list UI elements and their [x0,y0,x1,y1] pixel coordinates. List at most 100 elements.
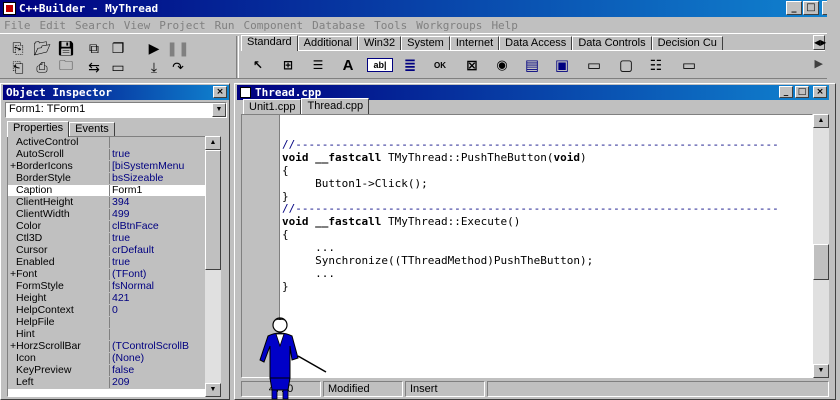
code-line[interactable]: void __fastcall TMyThread::Execute() [282,215,812,229]
scroll-down-icon[interactable]: ▼ [813,364,829,378]
object-inspector-close-button[interactable]: × [213,86,227,98]
scroll-thumb[interactable] [205,150,221,270]
object-selector-combo[interactable]: Form1: TForm1 ▼ [5,102,227,118]
toggle-form-unit-icon[interactable]: ⇆ [83,58,105,76]
property-row[interactable]: Cursor crDefault [8,245,220,257]
palette-tab-internet[interactable]: Internet [449,36,500,51]
tab-events[interactable]: Events [69,122,115,137]
scroll-up-icon[interactable]: ▲ [205,136,221,150]
menu-help[interactable]: Help [491,19,518,32]
property-value[interactable]: fsNormal [110,281,220,292]
palette-tab-decision-cube[interactable]: Decision Cu [651,36,723,51]
add-file-icon[interactable]: 🗀︎ [55,57,77,76]
tab-properties[interactable]: Properties [7,121,70,137]
step-over-icon[interactable]: ↷ [167,58,189,76]
checkbox-icon[interactable]: ⊠ [461,55,483,75]
scroll-up-icon[interactable]: ▲ [813,114,829,128]
property-value[interactable]: 394 [110,197,220,208]
property-row[interactable]: Height 421 [8,293,220,305]
save-all-icon[interactable]: ⎙ [31,58,53,76]
property-row[interactable]: ClientWidth 499 [8,209,220,221]
edit-icon[interactable]: ab| [367,58,393,72]
property-grid-scrollbar[interactable]: ▲ ▼ [205,136,221,397]
new-icon[interactable]: ⎘ [7,39,29,57]
code-text[interactable]: //--------------------------------------… [282,139,812,294]
property-row[interactable]: ClientHeight 394 [8,197,220,209]
memo-icon[interactable]: ≣ [399,55,421,75]
property-value[interactable]: true [110,149,220,160]
open-icon[interactable]: 📂︎ [31,39,53,57]
property-value[interactable]: crDefault [110,245,220,256]
editor-close-button[interactable]: × [813,86,827,98]
property-row[interactable]: FormStyle fsNormal [8,281,220,293]
property-value[interactable]: true [110,257,220,268]
property-row[interactable]: HelpContext 0 [8,305,220,317]
radiobutton-icon[interactable]: ◉ [491,55,513,75]
code-line[interactable]: ... [282,267,812,281]
cpp-builder-app-icon[interactable] [3,2,16,15]
frames-icon[interactable]: ⊞ [277,55,299,75]
panel-icon[interactable]: ▭ [675,55,703,75]
button-icon[interactable]: OK [427,58,453,72]
property-row[interactable]: KeyPreview false [8,365,220,377]
menu-workgroups[interactable]: Workgroups [416,19,482,32]
pointer-arrow-icon[interactable]: ↖ [247,55,269,75]
code-line[interactable]: void __fastcall TMyThread::PushTheButton… [282,151,812,165]
scroll-thumb[interactable] [813,244,829,280]
menu-run[interactable]: Run [215,19,235,32]
maximize-button[interactable]: □ [803,1,819,15]
minimize-button[interactable]: _ [786,1,802,15]
property-row[interactable]: BorderStyle bsSizeable [8,173,220,185]
menu-component[interactable]: Component [243,19,303,32]
property-value[interactable]: (TFont) [110,269,220,280]
open-project-icon[interactable]: ⎗ [7,58,29,76]
radiogroup-icon[interactable]: ☷ [645,55,667,75]
menu-search[interactable]: Search [75,19,115,32]
property-value[interactable]: (TControlScrollB [110,341,220,352]
menu-edit[interactable]: Edit [40,19,67,32]
palette-scroll-right-icon[interactable]: ▶ [815,57,823,70]
code-line[interactable]: Button1->Click(); [282,177,812,191]
property-row[interactable]: +Font (TFont) [8,269,220,281]
menu-file[interactable]: File [4,19,31,32]
palette-tab-system[interactable]: System [401,36,450,51]
property-row[interactable]: Enabled true [8,257,220,269]
combobox-icon[interactable]: ▣ [551,55,573,75]
property-row[interactable]: Left 209 [8,377,220,389]
palette-tab-additional[interactable]: Additional [297,36,358,51]
tab-thread-cpp[interactable]: Thread.cpp [301,98,370,114]
property-row[interactable]: Ctl3D true [8,233,220,245]
editor-maximize-button[interactable]: □ [795,86,809,98]
property-value[interactable]: Form1 [110,185,220,196]
property-row[interactable]: Hint [8,329,220,341]
code-line[interactable]: Synchronize((TThreadMethod)PushTheButton… [282,254,812,268]
property-row[interactable]: Color clBtnFace [8,221,220,233]
property-value[interactable]: 0 [110,305,220,316]
property-row[interactable]: +BorderIcons [biSystemMenu [8,161,220,173]
run-icon[interactable]: ▶ [143,39,165,57]
property-value[interactable]: false [110,365,220,376]
property-value[interactable]: 209 [110,377,220,388]
property-value[interactable]: clBtnFace [110,221,220,232]
menu-view[interactable]: View [124,19,151,32]
property-value[interactable] [110,137,220,148]
menu-database[interactable]: Database [312,19,365,32]
property-value[interactable] [110,329,220,340]
property-value[interactable]: (None) [110,353,220,364]
view-form-icon[interactable]: ❐ [107,39,129,57]
property-value[interactable]: bsSizeable [110,173,220,184]
chevron-down-icon[interactable]: ▼ [212,103,226,117]
editor-minimize-button[interactable]: _ [779,86,793,98]
palette-tab-scroll-button[interactable]: ◀▶ [813,35,826,50]
scroll-down-icon[interactable]: ▼ [205,383,221,397]
property-row[interactable]: HelpFile [8,317,220,329]
code-line[interactable]: } [282,280,812,294]
property-value[interactable]: 499 [110,209,220,220]
property-value[interactable] [110,317,220,328]
property-row[interactable]: AutoScroll true [8,149,220,161]
palette-tab-standard[interactable]: Standard [241,35,298,51]
new-form-icon[interactable]: ▭ [107,58,129,76]
tab-unit1-cpp[interactable]: Unit1.cpp [243,99,302,114]
label-icon[interactable]: A [337,55,359,75]
groupbox-icon[interactable]: ▢ [615,55,637,75]
